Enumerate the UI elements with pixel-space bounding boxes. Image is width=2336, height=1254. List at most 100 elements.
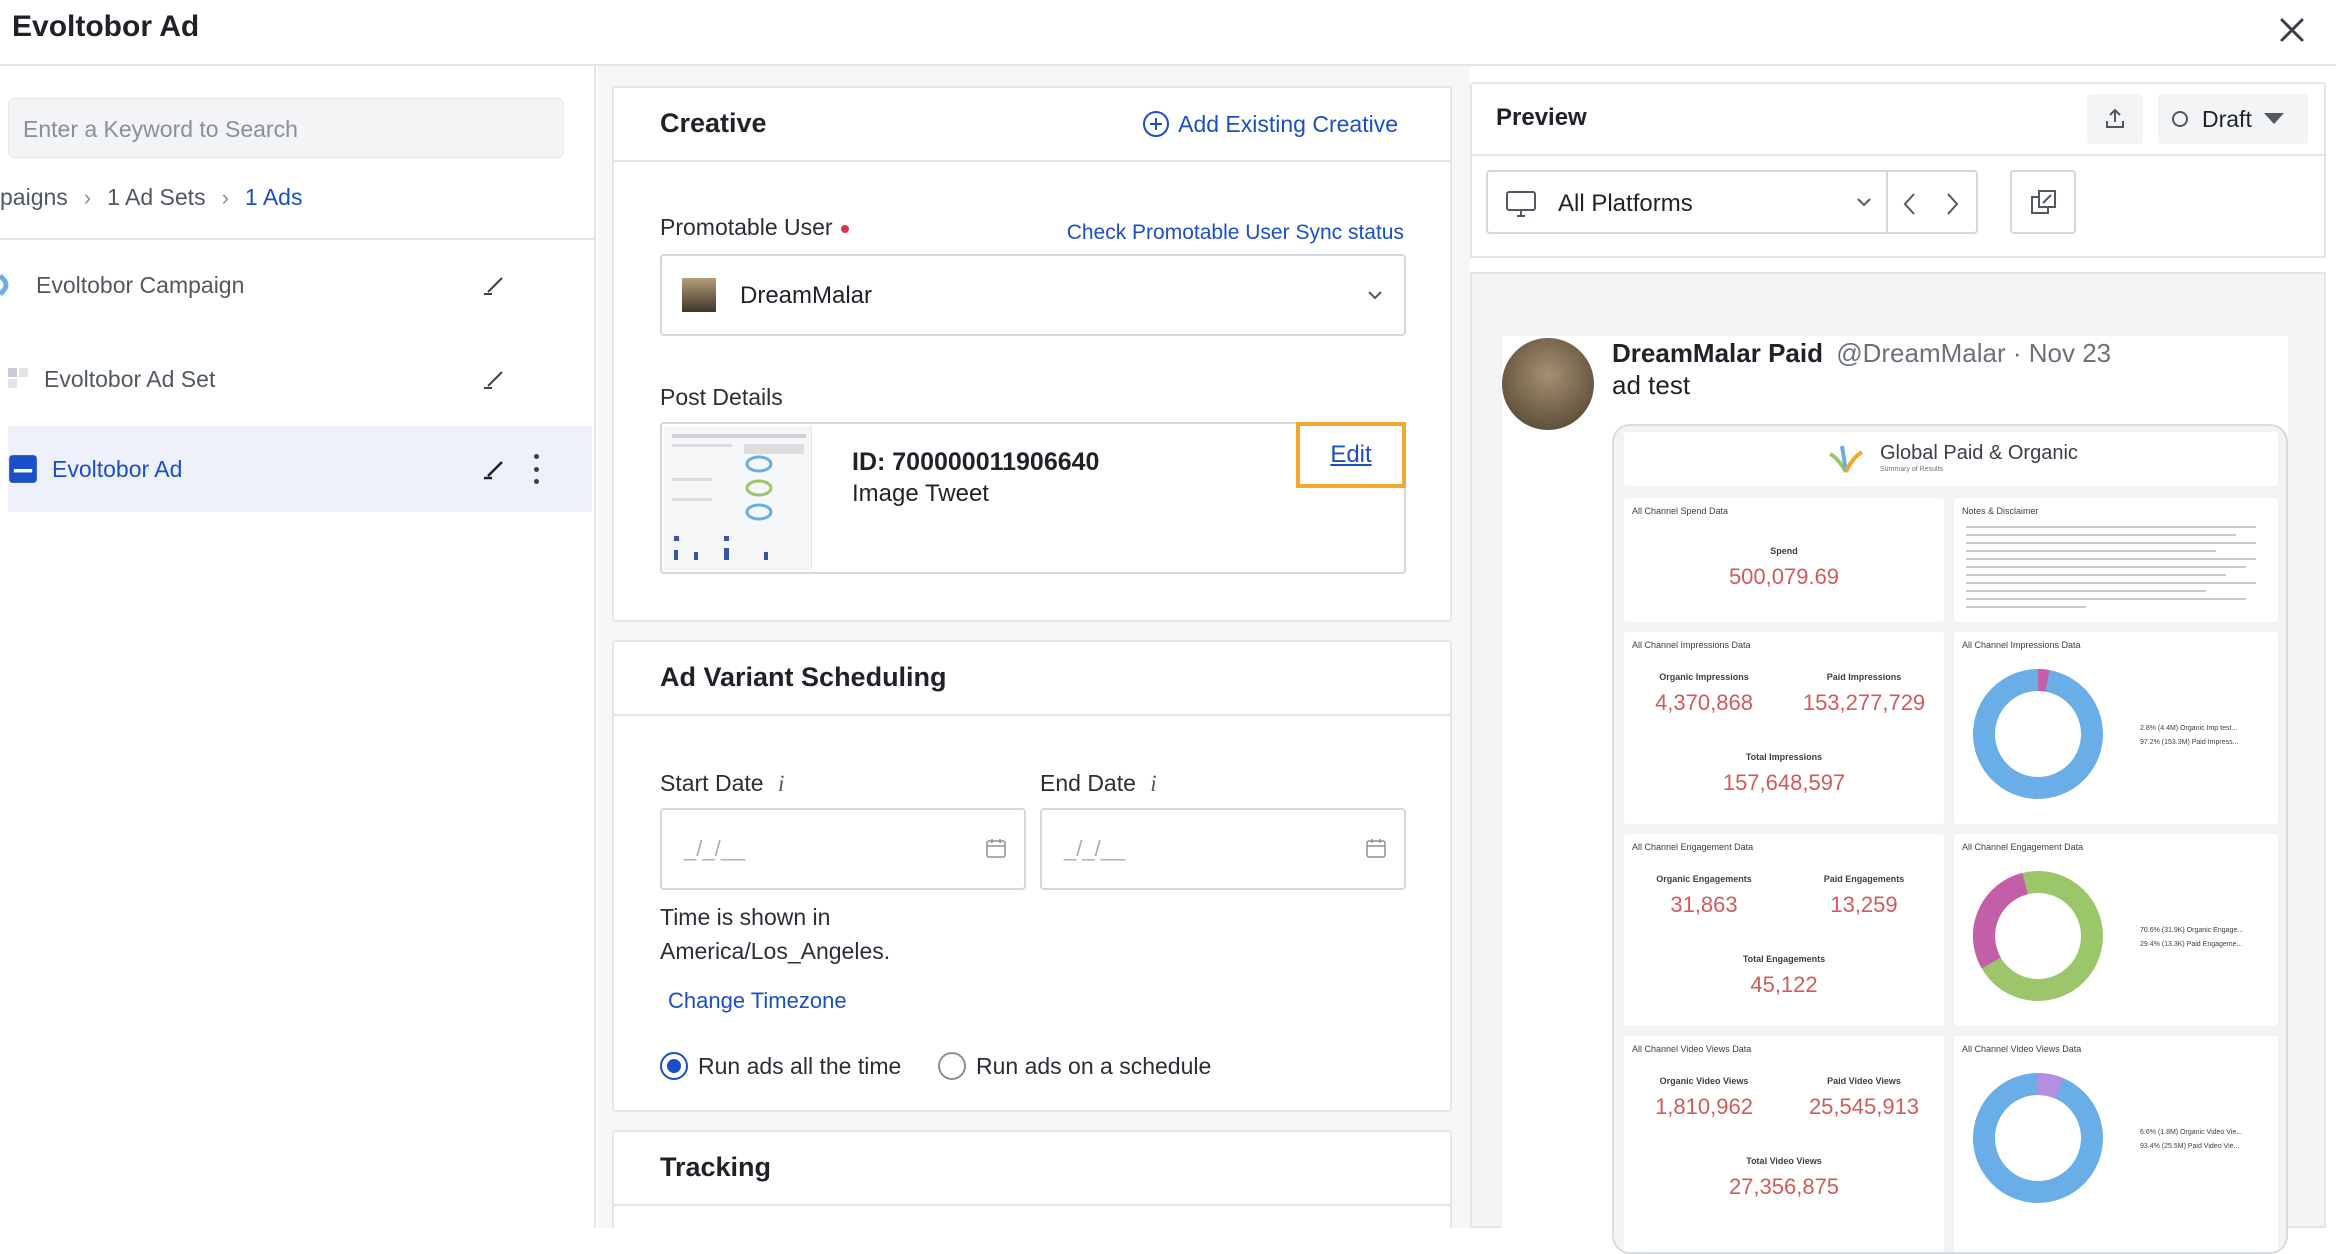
radio-run-all-time[interactable]: Run ads all the time: [660, 1052, 901, 1080]
check-sync-link[interactable]: Check Promotable User Sync status: [1067, 221, 1404, 245]
report-header: Global Paid & Organic Summary of Results: [1624, 432, 2278, 486]
tree-item-ad[interactable]: Evoltobor Ad: [8, 426, 592, 512]
change-timezone-link[interactable]: Change Timezone: [668, 988, 847, 1014]
radio-unselected-icon: [938, 1052, 966, 1080]
ad-set-icon: [8, 368, 28, 388]
post-type: Image Tweet: [852, 480, 989, 507]
external-window-icon: [2031, 190, 2056, 214]
promotable-user-text: Promotable User: [660, 214, 833, 240]
end-date-label: End Date i: [1040, 770, 1157, 797]
edit-post-link[interactable]: Edit: [1330, 441, 1371, 469]
legend-item: 2.8% (4.4M) Organic Imp test...: [2140, 725, 2238, 732]
paid-engagements-label: Paid Engagements: [1823, 874, 1905, 884]
legend-item: 29.4% (13.3K) Paid Engageme...: [2140, 941, 2243, 948]
post-thumbnail: [664, 426, 812, 570]
required-indicator: [840, 224, 849, 233]
status-dropdown[interactable]: Draft: [2158, 94, 2308, 144]
chevron-down-icon: [1368, 291, 1382, 300]
tracking-card-header: Tracking: [614, 1132, 1450, 1206]
chevron-down-icon: [1857, 198, 1871, 207]
tree-item-campaign[interactable]: Evoltobor Campaign: [0, 242, 592, 328]
spend-tile: All Channel Spend Data Spend 500,079.69: [1624, 498, 1944, 622]
platform-select[interactable]: All Platforms: [1486, 170, 1888, 234]
chevron-right-icon: ›: [221, 184, 229, 210]
add-existing-creative-button[interactable]: Add Existing Creative: [1142, 110, 1398, 138]
breadcrumb-ad-sets[interactable]: 1 Ad Sets: [107, 184, 205, 211]
impressions-donut-chart: [1973, 669, 2103, 799]
tree-item-label: Evoltobor Campaign: [36, 271, 245, 298]
paid-impressions-value: 153,277,729: [1802, 690, 1926, 715]
tracking-title: Tracking: [660, 1152, 772, 1182]
creative-title: Creative: [660, 108, 767, 138]
edit-icon[interactable]: [480, 454, 508, 482]
total-video-views-value: 27,356,875: [1728, 1174, 1840, 1199]
radio-run-all-time-label: Run ads all the time: [698, 1052, 902, 1079]
total-impressions-label: Total Impressions: [1745, 752, 1823, 762]
edit-icon[interactable]: [480, 364, 508, 392]
tile-title: All Channel Spend Data: [1632, 506, 1729, 516]
tile-title: All Channel Engagement Data: [1962, 842, 2084, 852]
close-icon[interactable]: [2272, 10, 2312, 50]
status-label: Draft: [2202, 105, 2252, 132]
total-engagements-value: 45,122: [1750, 972, 1818, 997]
calendar-icon[interactable]: [1364, 836, 1388, 860]
search-input[interactable]: Enter a Keyword to Search: [8, 98, 564, 158]
tree-item-ad-set[interactable]: Evoltobor Ad Set: [8, 336, 592, 422]
tweet-avatar: [1502, 338, 1594, 430]
start-date-input[interactable]: _/_/__: [660, 808, 1026, 890]
add-existing-creative-label: Add Existing Creative: [1178, 110, 1398, 137]
preview-toolbar: All Platforms: [1470, 154, 2326, 258]
ad-icon: [9, 455, 37, 483]
edit-icon[interactable]: [480, 270, 508, 298]
post-id: ID: 700000011906640: [852, 448, 1100, 476]
promotable-user-select[interactable]: DreamMalar: [660, 254, 1406, 336]
calendar-icon[interactable]: [984, 836, 1008, 860]
preview-pager: [1888, 170, 1978, 234]
video-views-tile: All Channel Video Views Data Organic Vid…: [1624, 1036, 1944, 1252]
organic-impressions-label: Organic Impressions: [1659, 672, 1749, 682]
engagement-donut-chart: [1973, 871, 2103, 1001]
impressions-tile: All Channel Impressions Data Organic Imp…: [1624, 632, 1944, 824]
engagement-legend: 70.6% (31.9K) Organic Engage... 29.4% (1…: [2140, 924, 2243, 952]
preview-body: DreamMalar Paid @DreamMalar · Nov 23 ad …: [1470, 272, 2326, 1254]
chevron-right-icon: ›: [83, 184, 92, 210]
expand-preview-button[interactable]: [2010, 170, 2076, 234]
info-icon[interactable]: i: [1150, 771, 1156, 796]
radio-selected-icon: [660, 1052, 688, 1080]
organic-video-views-label: Organic Video Views: [1659, 1076, 1749, 1086]
start-date-placeholder: _/_/__: [684, 836, 746, 861]
breadcrumb: paigns › 1 Ad Sets › 1 Ads: [0, 184, 302, 211]
video-views-legend: 6.6% (1.8M) Organic Video Vie... 93.4% (…: [2140, 1126, 2242, 1154]
share-button[interactable]: [2087, 94, 2143, 144]
engagement-tile: All Channel Engagement Data Organic Enga…: [1624, 834, 1944, 1026]
divider: [0, 238, 594, 240]
tweet-preview: DreamMalar Paid @DreamMalar · Nov 23 ad …: [1502, 336, 2288, 1254]
tracking-card: Tracking: [612, 1130, 1452, 1228]
tweet-handle: @DreamMalar · Nov 23: [1836, 338, 2112, 368]
radio-run-on-schedule[interactable]: Run ads on a schedule: [938, 1052, 1211, 1080]
organic-engagements-value: 31,863: [1670, 892, 1738, 917]
preview-panel: Preview Draft All Platforms DreamMalar P…: [1470, 66, 2336, 1254]
caret-down-icon: [2263, 113, 2284, 124]
tweet-text: ad test: [1612, 370, 1691, 400]
monitor-icon: [1506, 191, 1536, 217]
breadcrumb-campaigns[interactable]: paigns: [0, 184, 68, 211]
post-details-label: Post Details: [660, 384, 783, 410]
impressions-donut-tile: All Channel Impressions Data 2.8% (4.4M)…: [1954, 632, 2278, 824]
report-subtitle: Summary of Results: [1880, 466, 1944, 473]
creative-card: Creative Add Existing Creative Promotabl…: [612, 86, 1452, 622]
info-icon[interactable]: i: [778, 771, 784, 796]
chevron-right-icon[interactable]: [1942, 192, 1962, 216]
user-avatar: [682, 278, 716, 312]
start-date-label: Start Date i: [660, 770, 784, 797]
end-date-input[interactable]: _/_/__: [1040, 808, 1406, 890]
chevron-left-icon[interactable]: [1900, 192, 1920, 216]
preview-header: Preview Draft: [1470, 82, 2326, 154]
total-impressions-value: 157,648,597: [1722, 770, 1846, 795]
engagement-donut-tile: All Channel Engagement Data 70.6% (31.9K…: [1954, 834, 2278, 1026]
breadcrumb-ads[interactable]: 1 Ads: [245, 184, 303, 211]
editor-panel: Creative Add Existing Creative Promotabl…: [598, 66, 1470, 1228]
start-date-text: Start Date: [660, 770, 764, 796]
upload-icon: [2106, 108, 2124, 128]
more-options-icon[interactable]: [530, 454, 542, 484]
